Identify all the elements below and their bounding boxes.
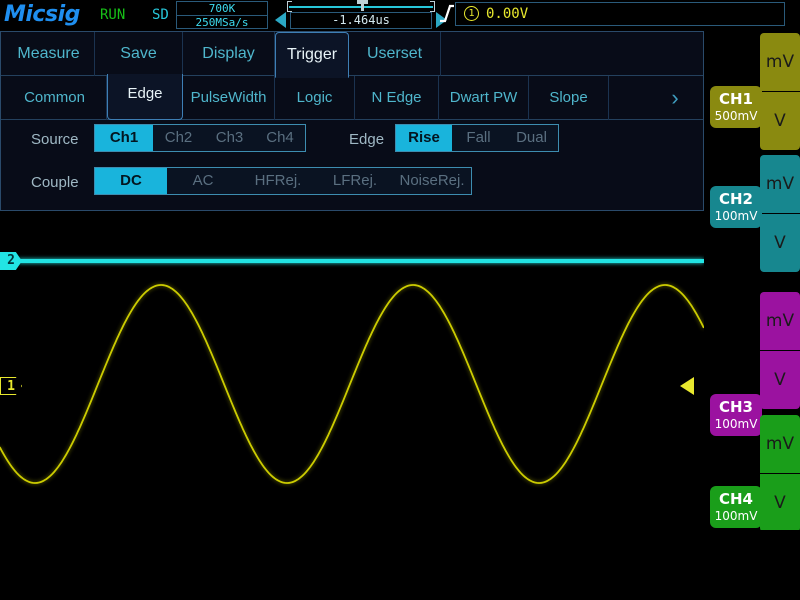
ch4-scale: 100mV	[710, 509, 762, 523]
couple-option-lfrej[interactable]: LFRej.	[317, 168, 393, 194]
ch3-scale: 100mV	[710, 417, 762, 431]
couple-option-ac[interactable]: AC	[167, 168, 239, 194]
ch1-mv-button[interactable]: mV	[760, 33, 800, 91]
edge-label: Edge	[349, 131, 384, 148]
ch2-v-button[interactable]: V	[760, 214, 800, 272]
sample-rate-value: 250MSa/s	[177, 15, 267, 28]
brand-logo: Micsig	[4, 2, 80, 27]
edge-option-rise[interactable]: Rise	[396, 125, 452, 151]
time-position-left-bracket	[287, 1, 292, 12]
ch1-scale: 500mV	[710, 109, 762, 123]
ch3-v-button[interactable]: V	[760, 351, 800, 409]
ch2-v-label: V	[760, 214, 800, 272]
couple-option-noiserej[interactable]: NoiseRej.	[393, 168, 471, 194]
couple-label: Couple	[31, 174, 79, 191]
source-option-ch1[interactable]: Ch1	[95, 125, 153, 151]
tab-measure[interactable]: Measure	[3, 32, 95, 76]
memory-depth-value: 700K	[177, 2, 267, 15]
edge-selector[interactable]: Rise Fall Dual	[395, 124, 559, 152]
ch2-scale: 100mV	[710, 209, 762, 223]
top-status-bar: Micsig RUN SD 700K 250MSa/s -1.464us 1 0…	[0, 0, 800, 30]
ch1-name: CH1	[710, 86, 762, 109]
source-option-ch3[interactable]: Ch3	[204, 125, 255, 151]
ch1-mv-label: mV	[760, 33, 800, 91]
ch4-mv-label: mV	[760, 415, 800, 473]
trigger-level-box[interactable]: 1 0.00V	[455, 2, 785, 26]
rising-edge-icon	[440, 3, 454, 23]
subtab-pulsewidth[interactable]: PulseWidth	[183, 76, 275, 120]
ch2-mv-button[interactable]: mV	[760, 155, 800, 213]
time-position-value[interactable]: -1.464us	[290, 12, 432, 29]
ch1-button[interactable]: CH1 500mV	[710, 86, 762, 128]
memory-depth-box[interactable]: 700K 250MSa/s	[176, 1, 268, 29]
waveform-display[interactable]: 2 1	[0, 212, 704, 530]
couple-option-dc[interactable]: DC	[95, 168, 167, 194]
time-position-control[interactable]: -1.464us	[275, 1, 447, 29]
ch2-mv-label: mV	[760, 155, 800, 213]
ch3-v-label: V	[760, 351, 800, 409]
subtab-edge[interactable]: Edge	[107, 74, 183, 120]
ch3-mv-label: mV	[760, 292, 800, 350]
ch4-v-button[interactable]: V	[760, 474, 800, 532]
source-selector[interactable]: Ch1 Ch2 Ch3 Ch4	[94, 124, 306, 152]
oscilloscope-screen: Micsig RUN SD 700K 250MSa/s -1.464us 1 0…	[0, 0, 800, 600]
time-position-track[interactable]	[287, 1, 435, 12]
ch3-mv-button[interactable]: mV	[760, 292, 800, 350]
source-label: Source	[31, 131, 79, 148]
subtab-dwart-pw[interactable]: Dwart PW	[439, 76, 529, 120]
couple-option-hfrej[interactable]: HFRej.	[239, 168, 317, 194]
subtab-common[interactable]: Common	[3, 76, 107, 120]
couple-selector[interactable]: DC AC HFRej. LFRej. NoiseRej.	[94, 167, 472, 195]
couple-row: Couple DC AC HFRej. LFRej. NoiseRej.	[1, 167, 703, 207]
ch1-v-button[interactable]: V	[760, 92, 800, 150]
ch4-button[interactable]: CH4 100mV	[710, 486, 762, 528]
source-option-ch2[interactable]: Ch2	[153, 125, 204, 151]
ch4-name: CH4	[710, 486, 762, 509]
edge-option-dual[interactable]: Dual	[505, 125, 558, 151]
arrow-left-icon[interactable]	[275, 12, 286, 28]
tab-display[interactable]: Display	[183, 32, 275, 76]
tab-save[interactable]: Save	[95, 32, 183, 76]
trigger-source-badge: 1	[464, 6, 479, 21]
main-tab-row: Measure Save Display Trigger Userset	[1, 32, 703, 76]
ch4-mv-button[interactable]: mV	[760, 415, 800, 473]
ch1-sine-waveform	[0, 212, 704, 530]
bottom-toolbar: Fine Quick Save s 200us ns	[0, 530, 800, 600]
ch2-name: CH2	[710, 186, 762, 209]
subtab-logic[interactable]: Logic	[275, 76, 355, 120]
trigger-level-arrow-icon[interactable]	[680, 377, 694, 395]
ch3-name: CH3	[710, 394, 762, 417]
subtab-n-edge[interactable]: N Edge	[355, 76, 439, 120]
run-state-indicator[interactable]: RUN	[100, 7, 125, 23]
trigger-position-marker-icon[interactable]	[357, 0, 368, 12]
trigger-level-value: 0.00V	[486, 6, 528, 22]
source-option-ch4[interactable]: Ch4	[255, 125, 305, 151]
storage-label: SD	[152, 7, 169, 23]
ch4-v-label: V	[760, 474, 800, 532]
edge-option-fall[interactable]: Fall	[452, 125, 505, 151]
ch3-button[interactable]: CH3 100mV	[710, 394, 762, 436]
trigger-type-subtab-row: Common Edge PulseWidth Logic N Edge Dwar…	[1, 76, 703, 120]
subtab-slope[interactable]: Slope	[529, 76, 609, 120]
ch2-button[interactable]: CH2 100mV	[710, 186, 762, 228]
trigger-menu-panel: Measure Save Display Trigger Userset Com…	[0, 31, 704, 211]
ch1-v-label: V	[760, 92, 800, 150]
source-edge-row: Source Ch1 Ch2 Ch3 Ch4 Edge Rise Fall Du…	[1, 124, 703, 164]
time-position-right-bracket	[430, 1, 435, 12]
tab-userset[interactable]: Userset	[349, 32, 441, 76]
tab-trigger[interactable]: Trigger	[275, 32, 349, 78]
chevron-right-icon[interactable]: ›	[651, 76, 699, 120]
